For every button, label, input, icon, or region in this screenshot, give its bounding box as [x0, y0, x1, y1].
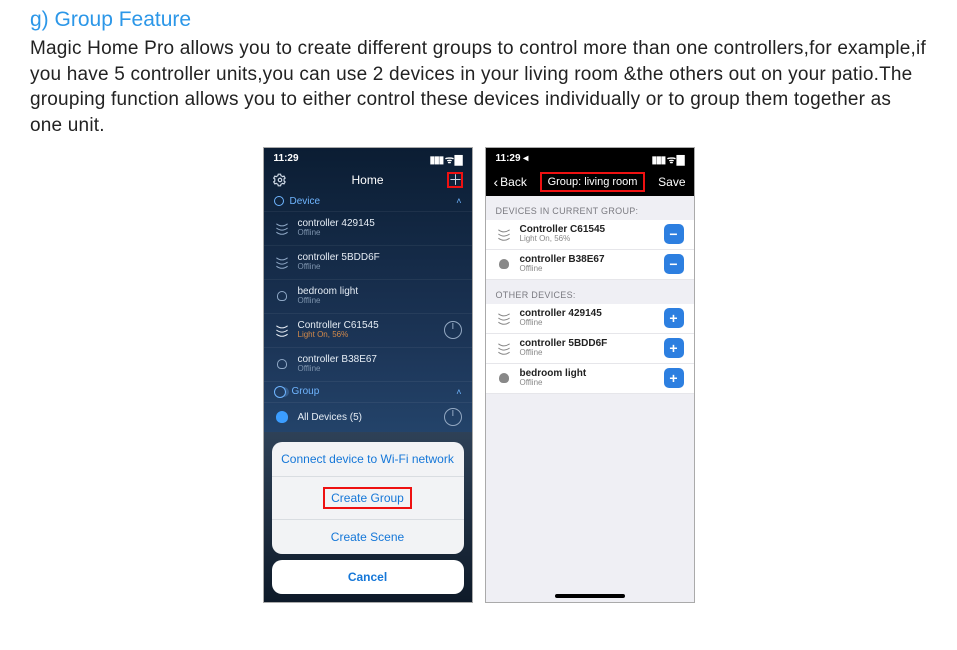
- add-icon[interactable]: ＋: [447, 172, 463, 188]
- bulb-icon: [274, 356, 290, 372]
- bulb-icon: [496, 256, 512, 272]
- device-name: controller B38E67: [298, 354, 462, 365]
- other-device-row: controller 5BDD6F Offline +: [486, 334, 694, 364]
- bulb-icon: [274, 288, 290, 304]
- add-button[interactable]: +: [664, 368, 684, 388]
- group-device-row: Controller C61545 Light On, 56% −: [486, 220, 694, 250]
- device-status: Light On, 56%: [298, 331, 444, 340]
- save-button[interactable]: Save: [658, 175, 685, 189]
- phone-home-screen: 11:29 ▮▮▮ ᯤ ▇ Home ＋ Device ˄: [263, 147, 473, 603]
- device-status: Light On, 56%: [520, 235, 664, 244]
- device-status: Offline: [298, 229, 462, 238]
- group-section-icon: [274, 386, 286, 398]
- group-title[interactable]: Group: living room: [540, 172, 646, 192]
- device-name: controller 429145: [298, 218, 462, 229]
- phone-group-edit-screen: 11:29 ◂ ▮▮▮ ᯤ ▇ ‹ Back Group: living roo…: [485, 147, 695, 603]
- group-section-label: Group: [292, 386, 320, 397]
- led-strip-icon: [496, 310, 512, 326]
- status-icons: ▮▮▮ ᯤ ▇: [652, 152, 684, 166]
- power-icon[interactable]: [444, 321, 462, 339]
- screenshots-row: 11:29 ▮▮▮ ᯤ ▇ Home ＋ Device ˄: [30, 147, 927, 603]
- device-section-label: Device: [290, 196, 321, 207]
- add-button[interactable]: +: [664, 338, 684, 358]
- header-title: Home: [351, 173, 383, 187]
- chevron-up-icon: ˄: [456, 196, 461, 206]
- device-status: Offline: [298, 263, 462, 272]
- status-time: 11:29 ◂: [496, 153, 529, 164]
- device-name: controller 5BDD6F: [298, 252, 462, 263]
- home-indicator: [555, 594, 625, 598]
- back-label: Back: [500, 175, 527, 189]
- status-time: 11:29: [274, 153, 299, 164]
- bulb-icon: [274, 409, 290, 425]
- other-device-row: controller 429145 Offline +: [486, 304, 694, 334]
- section-body: Magic Home Pro allows you to create diff…: [30, 36, 927, 139]
- other-device-row: bedroom light Offline +: [486, 364, 694, 394]
- device-name: bedroom light: [298, 286, 462, 297]
- sheet-create-scene[interactable]: Create Scene: [272, 520, 464, 554]
- remove-button[interactable]: −: [664, 254, 684, 274]
- bulb-icon: [496, 370, 512, 386]
- remove-button[interactable]: −: [664, 224, 684, 244]
- device-row[interactable]: bedroom light Offline: [264, 280, 472, 314]
- sheet-create-group-label: Create Group: [323, 487, 412, 509]
- all-devices-label: All Devices (5): [298, 412, 444, 423]
- app-header: Home ＋: [264, 166, 472, 192]
- device-status: Offline: [298, 365, 462, 374]
- device-status: Offline: [520, 349, 664, 358]
- section-label-other: OTHER DEVICES:: [486, 280, 694, 304]
- chevron-left-icon: ‹: [494, 174, 499, 190]
- section-group[interactable]: Group ˄: [264, 382, 472, 403]
- device-status: Offline: [520, 319, 664, 328]
- gear-icon[interactable]: [272, 172, 288, 188]
- device-status: Offline: [298, 297, 462, 306]
- sheet-cancel[interactable]: Cancel: [272, 560, 464, 594]
- device-row[interactable]: Controller C61545 Light On, 56%: [264, 314, 472, 348]
- status-icons: ▮▮▮ ᯤ ▇: [430, 152, 462, 166]
- device-section-icon: [274, 196, 284, 206]
- app-header: ‹ Back Group: living room Save: [486, 168, 694, 196]
- section-device[interactable]: Device ˄: [264, 192, 472, 212]
- sheet-create-group[interactable]: Create Group: [272, 477, 464, 520]
- section-label-in-group: DEVICES IN CURRENT GROUP:: [486, 196, 694, 220]
- power-icon[interactable]: [444, 408, 462, 426]
- device-row[interactable]: controller 429145 Offline: [264, 212, 472, 246]
- add-button[interactable]: +: [664, 308, 684, 328]
- status-bar: 11:29 ◂ ▮▮▮ ᯤ ▇: [486, 148, 694, 168]
- chevron-up-icon: ˄: [456, 387, 461, 397]
- device-status: Offline: [520, 379, 664, 388]
- device-status: Offline: [520, 265, 664, 274]
- group-row-all-devices[interactable]: All Devices (5): [264, 403, 472, 433]
- sheet-connect-wifi[interactable]: Connect device to Wi-Fi network: [272, 442, 464, 477]
- device-row[interactable]: controller B38E67 Offline: [264, 348, 472, 382]
- led-strip-icon: [274, 254, 290, 270]
- action-sheet: Connect device to Wi-Fi network Create G…: [264, 432, 472, 602]
- group-device-row: controller B38E67 Offline −: [486, 250, 694, 280]
- led-strip-icon: [274, 220, 290, 236]
- section-heading: g) Group Feature: [30, 8, 927, 32]
- device-row[interactable]: controller 5BDD6F Offline: [264, 246, 472, 280]
- status-bar: 11:29 ▮▮▮ ᯤ ▇: [264, 148, 472, 166]
- back-button[interactable]: ‹ Back: [494, 174, 527, 190]
- led-strip-icon: [496, 226, 512, 242]
- led-strip-icon: [274, 322, 290, 338]
- led-strip-icon: [496, 340, 512, 356]
